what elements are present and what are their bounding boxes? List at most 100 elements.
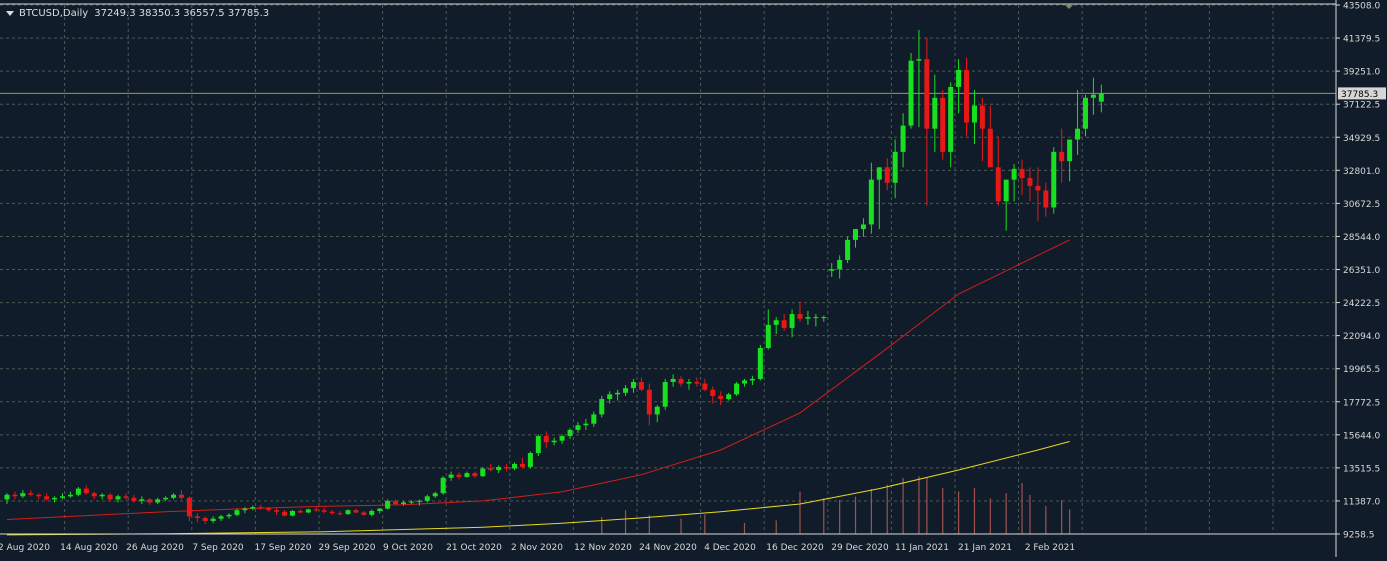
candle-body — [662, 381, 668, 407]
candle-body — [266, 507, 272, 511]
time-tick-label: 24 Nov 2020 — [639, 543, 697, 553]
price-tick-label: 37122.5 — [1343, 101, 1380, 111]
price-tick-label: 28544.0 — [1343, 233, 1380, 243]
time-tick-label: 12 Nov 2020 — [574, 543, 632, 553]
candle-body — [226, 514, 232, 517]
candle-body — [900, 125, 906, 152]
candle-body — [591, 414, 597, 424]
candle-body — [718, 395, 724, 399]
price-tick-label: 32801.0 — [1343, 167, 1380, 177]
candle-body — [337, 513, 343, 515]
candle-body — [28, 493, 34, 495]
candle-body — [258, 507, 264, 509]
candle-body — [860, 224, 866, 230]
candle-body — [1075, 128, 1081, 140]
candle-body — [250, 507, 256, 509]
candle-body — [646, 389, 652, 415]
candle-body — [194, 516, 200, 518]
candle-body — [654, 406, 660, 415]
time-tick-label: 2 Nov 2020 — [511, 543, 563, 553]
chart-header: BTCUSD,Daily 37249.3 38350.3 36557.5 377… — [4, 6, 269, 20]
time-tick-label: 2 Feb 2021 — [1025, 543, 1075, 553]
price-tick-label: 22094.0 — [1343, 332, 1380, 342]
candle-body — [416, 500, 422, 502]
dropdown-triangle-icon[interactable] — [6, 10, 14, 16]
candle-body — [1098, 93, 1104, 102]
candle-body — [329, 511, 335, 514]
candle-body — [670, 378, 676, 382]
candle-body — [1027, 178, 1033, 186]
candle-body — [1059, 151, 1065, 162]
candle-body — [44, 496, 50, 500]
candle-body — [924, 59, 930, 129]
candle — [440, 476, 446, 495]
candle-body — [297, 510, 303, 513]
candle-body — [4, 494, 10, 500]
candle-body — [543, 436, 549, 443]
candle-body — [99, 494, 105, 497]
price-tick-label: 39251.0 — [1343, 68, 1380, 78]
candle-body — [694, 381, 700, 384]
candle-body — [702, 383, 708, 390]
chart-background — [0, 0, 1387, 557]
price-tick-label: 41379.5 — [1343, 35, 1380, 45]
price-chart[interactable]: 43508.0 41379.5 39251.0 37122.5 34929.5 32801… — [0, 0, 1387, 557]
candle-body — [369, 510, 375, 515]
price-tick-label: 15644.0 — [1343, 431, 1380, 441]
price-tick-label: 24222.5 — [1343, 299, 1380, 309]
candle-body — [385, 500, 391, 509]
candle-body — [504, 466, 510, 469]
candle-body — [908, 60, 914, 126]
candle-body — [321, 510, 327, 512]
candle-body — [1003, 179, 1009, 202]
candle-body — [377, 508, 383, 511]
time-tick-label: 4 Dec 2020 — [704, 543, 756, 553]
candle-body — [607, 394, 613, 399]
candle-body — [424, 496, 430, 501]
candle — [527, 451, 533, 469]
time-axis-labels: 2 Aug 2020 14 Aug 2020 26 Aug 2020 7 Sep 20… — [0, 543, 1075, 553]
candle-body — [115, 496, 121, 500]
candle — [345, 509, 351, 515]
time-tick-label: 26 Aug 2020 — [126, 543, 184, 553]
candle-body — [559, 436, 565, 441]
candle-body — [971, 105, 977, 123]
candle-body — [995, 167, 1001, 202]
candle-body — [393, 500, 399, 505]
candle-body — [821, 317, 827, 319]
candle — [734, 381, 740, 396]
candle-body — [567, 429, 573, 437]
price-tick-label: 19965.5 — [1343, 365, 1380, 375]
candle-body — [20, 493, 26, 497]
candle-body — [218, 516, 224, 519]
candle-body — [448, 474, 454, 478]
candle-body — [210, 518, 216, 522]
candle-body — [155, 499, 161, 503]
candle — [845, 236, 851, 264]
candle-body — [868, 179, 874, 225]
candle-body — [289, 510, 295, 516]
candle-body — [623, 388, 629, 393]
symbol-label: BTCUSD,Daily — [19, 7, 89, 19]
candle-body — [837, 259, 843, 270]
candle-body — [845, 239, 851, 260]
candle-body — [1082, 97, 1088, 129]
time-tick-label: 21 Oct 2020 — [446, 543, 502, 553]
candle-body — [432, 493, 438, 497]
candle-body — [630, 381, 636, 389]
candle-body — [797, 314, 803, 319]
candle-body — [202, 517, 208, 522]
candle-body — [440, 477, 446, 494]
candle-body — [686, 381, 692, 384]
candle-body — [60, 496, 66, 498]
candle-body — [1051, 151, 1057, 208]
time-tick-label: 29 Sep 2020 — [318, 543, 375, 553]
candle-body — [1067, 139, 1073, 162]
time-tick-label: 17 Sep 2020 — [254, 543, 311, 553]
candle-body — [940, 97, 946, 152]
time-tick-label: 16 Dec 2020 — [766, 543, 824, 553]
candle-body — [496, 466, 502, 471]
chart-area[interactable]: BTCUSD,Daily 37249.3 38350.3 36557.5 377… — [0, 0, 1387, 557]
candle-body — [757, 348, 763, 379]
candle-body — [813, 317, 819, 319]
